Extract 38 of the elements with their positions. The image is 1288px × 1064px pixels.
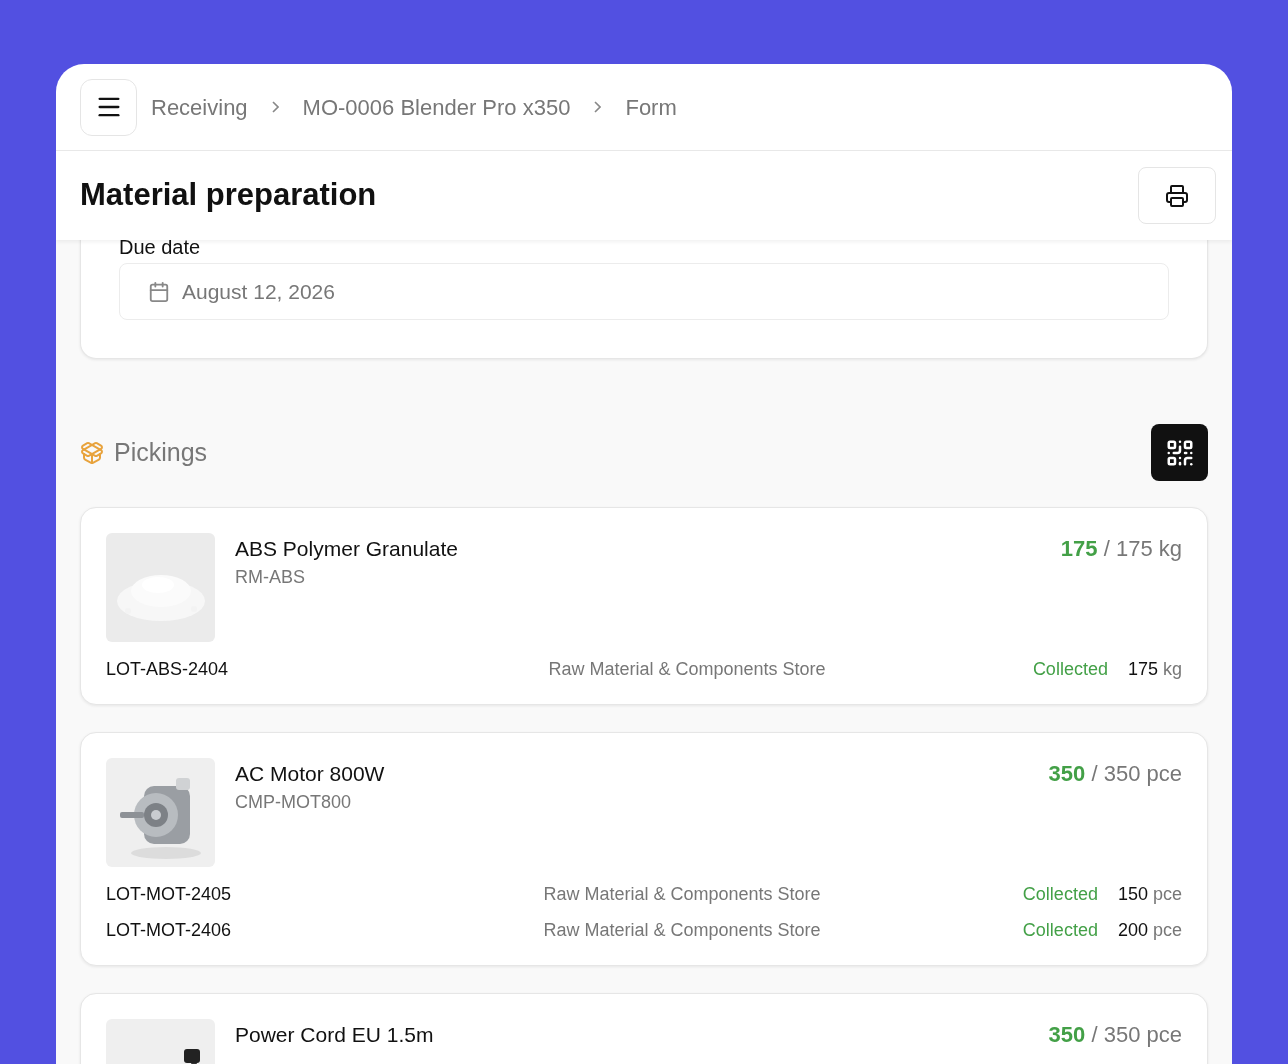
quantity-progress: 175 / 175 kg — [1060, 535, 1182, 563]
picking-card[interactable]: AC Motor 800W CMP-MOT800 350 / 350 pce LOT-MOT-2405 Raw Material & Components Store Collected 150 pce LOT-MOT-2406 Raw Material & Components Store Collected 200 pce — [80, 732, 1208, 966]
lot-number: LOT-MOT-2405 — [106, 883, 233, 906]
lot-quantity: 175 kg — [1127, 658, 1182, 681]
date-field[interactable]: August 12, 2026 — [119, 263, 1169, 320]
lot-number: LOT-ABS-2404 — [106, 658, 230, 681]
section-title: Pickings — [114, 436, 208, 468]
quantity-progress: 350 / 350 pce — [1048, 760, 1182, 788]
breadcrumb-link[interactable]: MO-0006 Blender Pro x350 — [302, 90, 571, 124]
product-name: Power Cord EU 1.5m — [235, 1022, 434, 1048]
location: Raw Material & Components Store — [547, 658, 827, 681]
status-label: Collected — [1021, 919, 1098, 942]
status-label: Collected — [1021, 883, 1098, 906]
qr-scan-button[interactable] — [1151, 424, 1208, 481]
lot-number: LOT-MOT-2406 — [106, 919, 233, 942]
page-title: Material preparation — [80, 176, 377, 215]
location: Raw Material & Components Store — [542, 919, 822, 942]
location: Raw Material & Components Store — [542, 883, 822, 906]
lot-quantity: 150 pce — [1117, 883, 1182, 906]
menu-button[interactable] — [80, 78, 137, 136]
print-icon — [1165, 183, 1189, 208]
product-code: RM-ABS — [235, 566, 306, 589]
product-code: CMP-MOT800 — [235, 791, 352, 814]
package-icon — [80, 440, 104, 465]
status-label: Collected — [1031, 658, 1108, 681]
chevron-icon — [594, 101, 602, 113]
product-name: AC Motor 800W — [235, 761, 385, 787]
breadcrumb-link[interactable]: Receiving — [151, 90, 248, 124]
lot-quantity: 200 pce — [1117, 919, 1182, 942]
picking-card[interactable]: ABS Polymer Granulate RM-ABS 175 / 175 kg LOT-ABS-2404 Raw Material & Components Store Collected 175 kg — [80, 507, 1208, 705]
print-button[interactable] — [1138, 167, 1216, 224]
quantity-progress: 350 / 350 pce — [1048, 1021, 1182, 1049]
calendar-icon — [148, 280, 170, 303]
field-label: Due date — [119, 235, 202, 259]
picking-card[interactable]: Power Cord EU 1.5m 350 / 350 pce — [80, 993, 1208, 1064]
breadcrumb-link[interactable]: Form — [625, 90, 677, 124]
chevron-icon — [271, 101, 279, 113]
product-name: ABS Polymer Granulate — [235, 536, 458, 562]
